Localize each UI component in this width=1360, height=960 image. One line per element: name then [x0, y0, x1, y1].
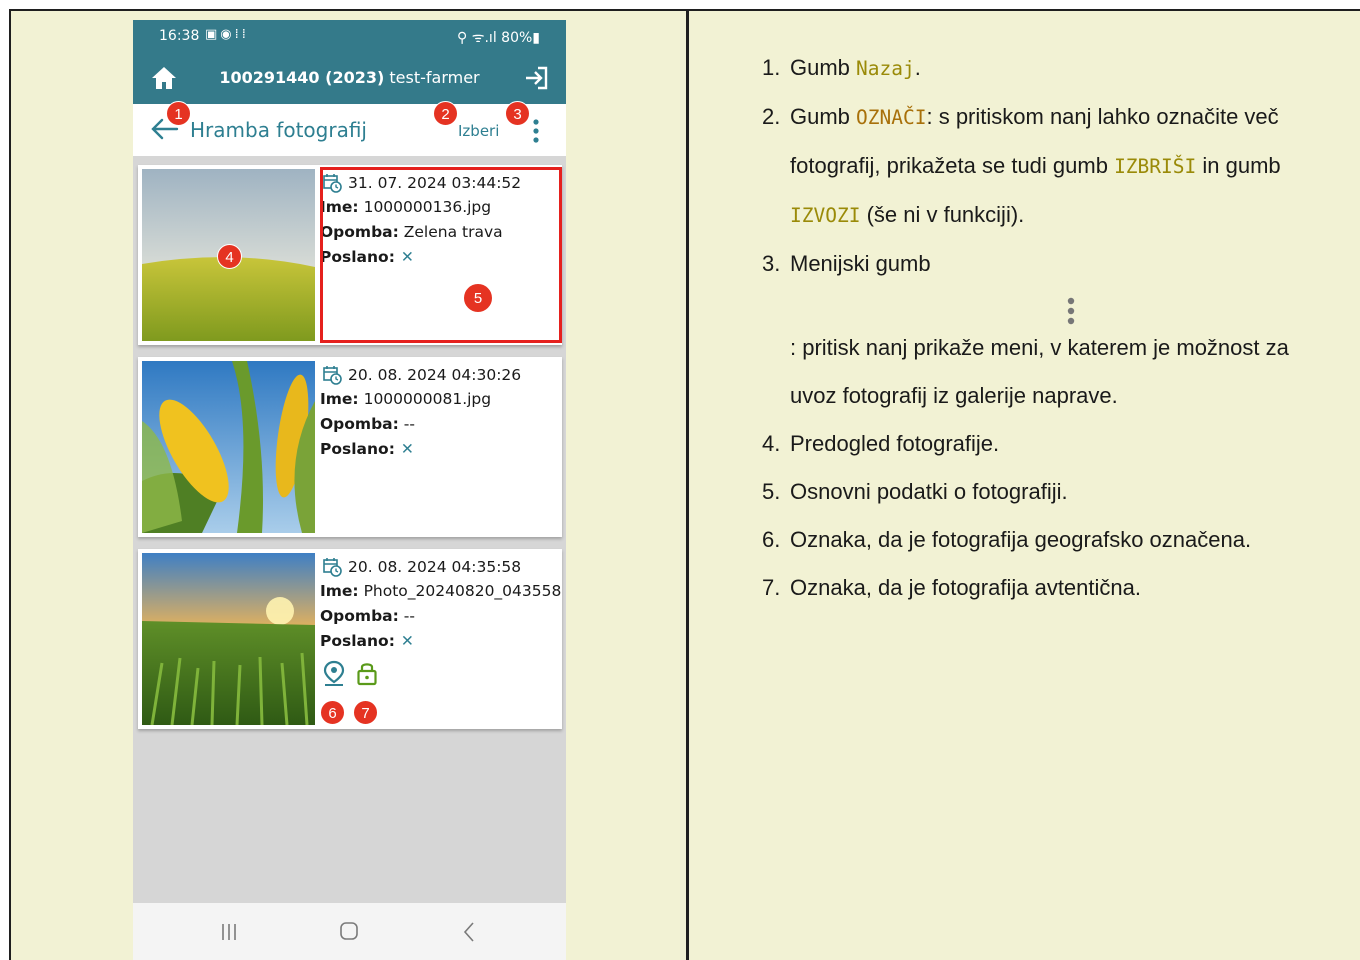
- not-sent-x-icon: ✕: [400, 632, 414, 650]
- callout-badge-2: 2: [433, 101, 458, 126]
- select-button[interactable]: Izberi: [458, 122, 499, 140]
- photo-date-row: 20. 08. 2024 04:30:26: [322, 363, 558, 387]
- photo-note: --: [403, 415, 415, 433]
- app-title: 100291440 (2023) test-farmer: [133, 68, 566, 87]
- status-right: ⚲ ᯤ.ıl 80%▮: [457, 30, 540, 46]
- authentic-lock-icon: [357, 663, 377, 686]
- photo-note-row: Opomba: --: [320, 607, 415, 625]
- photo-name: Photo_20240820_043558: [363, 582, 562, 600]
- not-sent-x-icon: ✕: [400, 440, 414, 458]
- photo-name-row: Ime: Photo_20240820_043558: [320, 582, 562, 600]
- callout-badge-3: 3: [505, 101, 530, 126]
- home-nav-icon[interactable]: [339, 921, 359, 941]
- legend-list: 1. Gumb Nazaj. 2. Gumb OZNAČI: s pritiskom…: [762, 44, 1352, 612]
- calendar-clock-icon: [323, 366, 342, 385]
- legend-item-4: 4. Predogled fotografije.: [762, 431, 1000, 456]
- photo-info: 20. 08. 2024 04:30:26 Ime: 1000000081.jp…: [320, 363, 558, 462]
- photo-info: 20. 08. 2024 04:35:58 Ime: Photo_2024082…: [320, 555, 562, 686]
- geotag-pin-icon: [323, 660, 345, 686]
- callout-badge-6: 6: [320, 700, 345, 725]
- status-indicator-icons: ▣◉⁞⁞: [205, 27, 249, 42]
- calendar-clock-icon: [323, 558, 342, 577]
- legend-item-7: 7. Oznaka, da je fotografija avtentična.: [762, 575, 1141, 600]
- photo-sent-row: Poslano: ✕: [320, 632, 414, 650]
- page-title: Hramba fotografij: [190, 118, 367, 142]
- farm-id: 100291440 (2023): [219, 68, 385, 87]
- photo-storage-toolbar: Hramba fotografij Izberi: [133, 104, 566, 156]
- callout-badge-1: 1: [166, 101, 191, 126]
- legend-item-3: 3. Menijski gumb : pritisk nanj prikaže m…: [762, 240, 1352, 420]
- photo-card[interactable]: 31. 07. 2024 03:44:52 Ime: 1000000136.jp…: [138, 165, 562, 345]
- recents-icon[interactable]: [219, 922, 239, 942]
- photo-thumbnail-field-sunset[interactable]: [142, 553, 315, 725]
- status-time: 16:38: [159, 28, 200, 44]
- photo-sent-row: Poslano: ✕: [320, 440, 414, 458]
- status-bar: 16:38 ▣◉⁞⁞ ⚲ ᯤ.ıl 80%▮: [133, 20, 566, 52]
- photo-date-row: 20. 08. 2024 04:35:58: [322, 555, 558, 579]
- android-nav-bar: [133, 903, 566, 960]
- photo-card[interactable]: 20. 08. 2024 04:30:26 Ime: 1000000081.jp…: [138, 357, 562, 537]
- gallery-icon: ▣: [205, 27, 221, 42]
- menu-dots-icon: [790, 294, 1352, 325]
- info-highlight-box: [320, 167, 562, 343]
- callout-badge-7: 7: [353, 700, 378, 725]
- back-nav-icon[interactable]: [461, 921, 477, 943]
- photo-card[interactable]: 20. 08. 2024 04:35:58 Ime: Photo_2024082…: [138, 549, 562, 729]
- more-vert-icon[interactable]: [529, 118, 543, 144]
- logout-icon[interactable]: [523, 65, 549, 91]
- legend-item-5: 5. Osnovni podatki o fotografiji.: [762, 479, 1068, 504]
- photo-flags: [322, 660, 558, 686]
- app-bar: 100291440 (2023) test-farmer: [133, 52, 566, 104]
- photo-name-row: Ime: 1000000081.jpg: [320, 390, 492, 408]
- column-divider: [686, 9, 689, 960]
- legend-item-2: 2. Gumb OZNAČI: s pritiskom nanj lahko oz…: [762, 104, 1281, 227]
- photo-date: 20. 08. 2024 04:35:58: [348, 558, 522, 576]
- legend-item-6: 6. Oznaka, da je fotografija geografsko o…: [762, 527, 1252, 552]
- user-name: test-farmer: [389, 68, 480, 87]
- callout-badge-4: 4: [217, 244, 242, 269]
- photo-date: 20. 08. 2024 04:30:26: [348, 366, 522, 384]
- sync-icon: ◉: [220, 27, 235, 42]
- legend-item-1: 1. Gumb Nazaj.: [762, 55, 921, 80]
- photo-name: 1000000081.jpg: [363, 390, 492, 408]
- photo-note-row: Opomba: --: [320, 415, 415, 433]
- photo-note: --: [403, 607, 415, 625]
- phone-screen: 16:38 ▣◉⁞⁞ ⚲ ᯤ.ıl 80%▮ 100291440 (2023) …: [133, 20, 566, 960]
- photo-thumbnail-corn[interactable]: [142, 361, 315, 533]
- callout-badge-5: 5: [463, 283, 493, 313]
- grid-dots-icon: ⁞⁞: [234, 27, 249, 42]
